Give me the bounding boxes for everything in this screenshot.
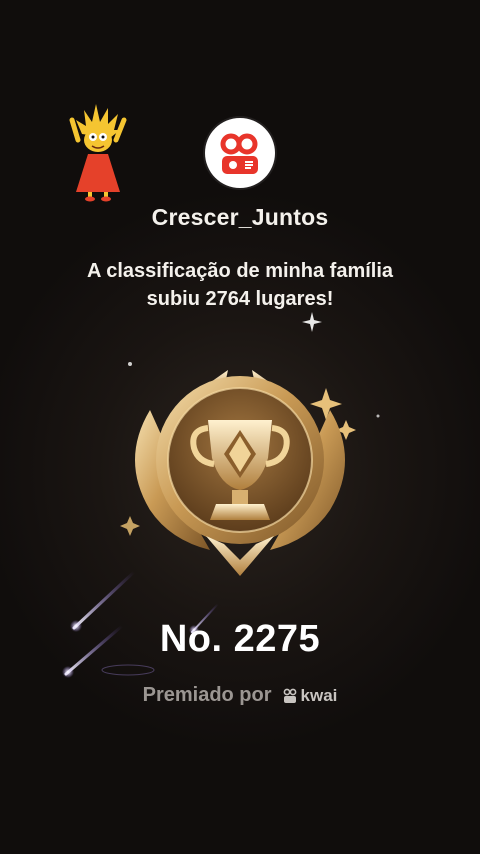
cartoon-character-sticker-icon xyxy=(68,100,128,202)
rank-announcement-screen: Crescer_Juntos A classificação de minha … xyxy=(0,0,480,854)
brand-name: kwai xyxy=(300,685,338,705)
avatar[interactable] xyxy=(205,118,275,188)
rank-announcement-text: A classificação de minha família subiu 2… xyxy=(40,257,440,313)
gold-trophy-medal-icon xyxy=(110,340,370,590)
awarded-by: Premiado por kwai xyxy=(0,684,480,707)
announcement-line-1: A classificação de minha família xyxy=(86,260,394,282)
announcement-line-2: subiu 2764 lugares! xyxy=(146,288,334,310)
kwai-logo-icon xyxy=(220,133,258,174)
brand-logo: kwai xyxy=(282,685,338,706)
rank-number: No. 2275 xyxy=(159,618,321,660)
awarded-by-label: Premiado por xyxy=(142,684,272,706)
kwai-small-logo-icon xyxy=(283,688,296,703)
username: Crescer_Juntos xyxy=(151,204,329,230)
